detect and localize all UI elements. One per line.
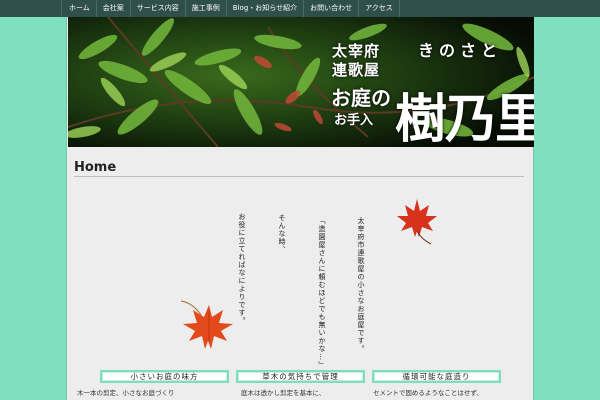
maple-leaf-icon — [180, 300, 233, 349]
nav-item-works[interactable]: 施工事例 — [186, 0, 227, 17]
site-logo[interactable]: 樹乃里 — [395, 77, 534, 147]
nav-item-blog[interactable]: Blog・お知らせ紹介 — [227, 0, 305, 17]
banner-text-dazaifu: 太宰府 — [332, 42, 381, 60]
intro-line-1: 太宰府市連歌屋の小さなお庭屋です。 — [357, 217, 365, 353]
nav-item-contact[interactable]: お問い合わせ — [304, 0, 360, 17]
section-button-sustainable-garden[interactable]: 循環可能な庭造り — [372, 370, 501, 383]
intro-line-2: 「造園屋さんに頼むほどでも無いかな…」 — [318, 217, 326, 369]
section-text-small-garden: 木一本の剪定、小さなお庭づくり — [77, 389, 175, 397]
section-text-sustainable-garden: セメントで固めるようなことはせず、 — [373, 389, 483, 397]
page-panel: 太宰府 連歌屋 きのさと お庭の お手入 樹乃里 Home 太宰府市連歌屋の小さ… — [66, 17, 534, 400]
section-button-plant-care[interactable]: 草木の気持ちで管理 — [236, 370, 365, 383]
nav-item-home[interactable]: ホーム — [61, 0, 97, 17]
section-text-plant-care: 庭木は透かし剪定を基本に、 — [241, 389, 326, 397]
nav-item-company[interactable]: 会社案 — [97, 0, 131, 17]
banner-text-rengaya: 連歌屋 — [332, 61, 381, 79]
maple-leaf-icon — [397, 199, 437, 245]
nav-item-services[interactable]: サービス内容 — [131, 0, 186, 17]
banner-text-kinosato: きのさと — [418, 41, 503, 60]
header-banner: 太宰府 連歌屋 きのさと お庭の お手入 樹乃里 — [68, 17, 534, 147]
nav-item-access[interactable]: アクセス — [359, 0, 400, 17]
intro-line-3: そんな時、 — [278, 214, 286, 254]
page-title: Home — [74, 160, 524, 177]
banner-text-oniwa: お庭の — [331, 86, 391, 110]
section-button-small-garden[interactable]: 小さいお庭の味方 — [100, 370, 229, 383]
top-navigation: ホーム 会社案 サービス内容 施工事例 Blog・お知らせ紹介 お問い合わせ ア… — [0, 0, 600, 17]
banner-text-oteire: お手入 — [334, 113, 374, 128]
